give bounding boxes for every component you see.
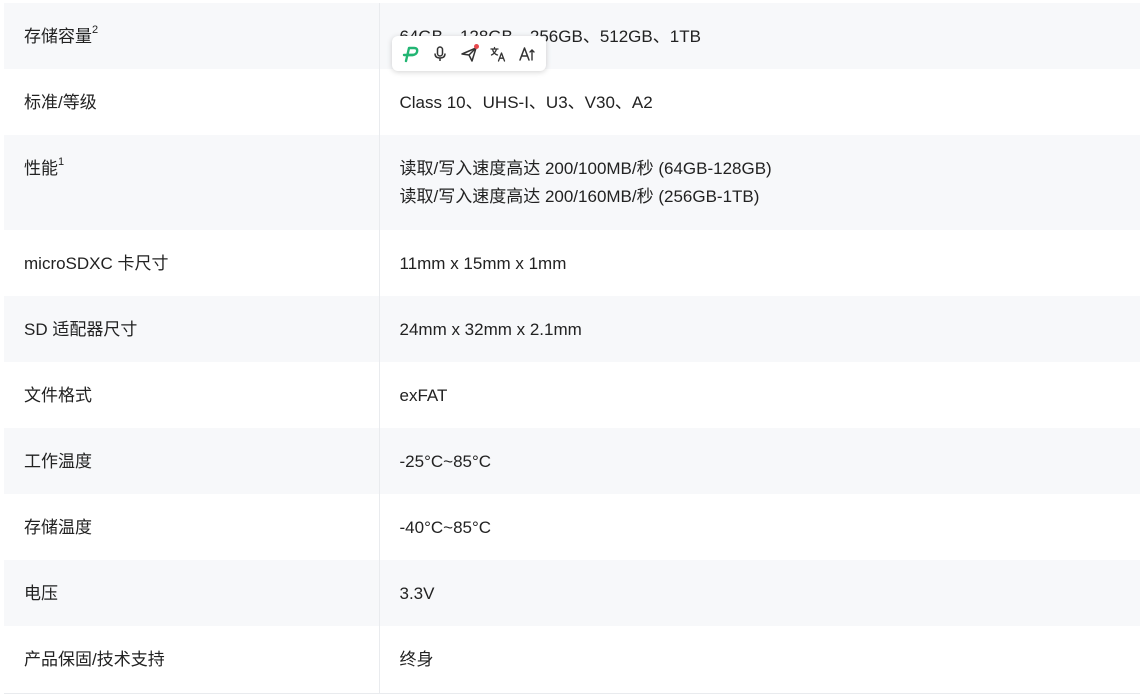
spec-label: 产品保固/技术支持 <box>4 626 380 694</box>
spec-value: 终身 <box>379 626 1140 694</box>
spec-row-capacity: 存储容量2 64GB、128GB、256GB、512GB、1TB <box>4 3 1140 69</box>
notification-dot <box>473 43 479 49</box>
translate-button[interactable] <box>486 42 510 66</box>
spec-value: exFAT <box>379 362 1140 428</box>
spec-row-standard: 标准/等级 Class 10、UHS-I、U3、V30、A2 <box>4 69 1140 135</box>
floating-selection-toolbar <box>392 36 546 71</box>
spec-row-warranty: 产品保固/技术支持 终身 <box>4 626 1140 694</box>
spec-table: 存储容量2 64GB、128GB、256GB、512GB、1TB 标准/等级 C… <box>4 3 1140 694</box>
text-size-icon <box>519 46 536 61</box>
spec-label: SD 适配器尺寸 <box>4 296 380 362</box>
spec-label: 电压 <box>4 560 380 626</box>
voice-button[interactable] <box>428 42 452 66</box>
spec-row-file-format: 文件格式 exFAT <box>4 362 1140 428</box>
spec-row-storage-temp: 存储温度 -40°C~85°C <box>4 494 1140 560</box>
spec-value: 读取/写入速度高达 200/100MB/秒 (64GB-128GB) 读取/写入… <box>379 135 1140 230</box>
spec-value: -25°C~85°C <box>379 428 1140 494</box>
spec-label: 文件格式 <box>4 362 380 428</box>
translate-icon <box>490 46 506 62</box>
spec-label: 存储容量2 <box>4 3 380 69</box>
spec-label: 标准/等级 <box>4 69 380 135</box>
assistant-logo-icon <box>402 46 418 62</box>
spec-row-card-size: microSDXC 卡尺寸 11mm x 15mm x 1mm <box>4 230 1140 296</box>
spec-value: 3.3V <box>379 560 1140 626</box>
spec-label: microSDXC 卡尺寸 <box>4 230 380 296</box>
spec-label: 性能1 <box>4 135 380 230</box>
text-size-button[interactable] <box>515 42 539 66</box>
microphone-icon <box>434 45 446 61</box>
spec-row-performance: 性能1 读取/写入速度高达 200/100MB/秒 (64GB-128GB) 读… <box>4 135 1140 230</box>
spec-value: 11mm x 15mm x 1mm <box>379 230 1140 296</box>
spec-label: 工作温度 <box>4 428 380 494</box>
send-button[interactable] <box>457 42 481 66</box>
spec-row-voltage: 电压 3.3V <box>4 560 1140 626</box>
spec-value: 24mm x 32mm x 2.1mm <box>379 296 1140 362</box>
spec-label: 存储温度 <box>4 494 380 560</box>
assistant-button[interactable] <box>399 42 423 66</box>
spec-row-operating-temp: 工作温度 -25°C~85°C <box>4 428 1140 494</box>
spec-row-adapter-size: SD 适配器尺寸 24mm x 32mm x 2.1mm <box>4 296 1140 362</box>
spec-value: -40°C~85°C <box>379 494 1140 560</box>
spec-value: Class 10、UHS-I、U3、V30、A2 <box>379 69 1140 135</box>
